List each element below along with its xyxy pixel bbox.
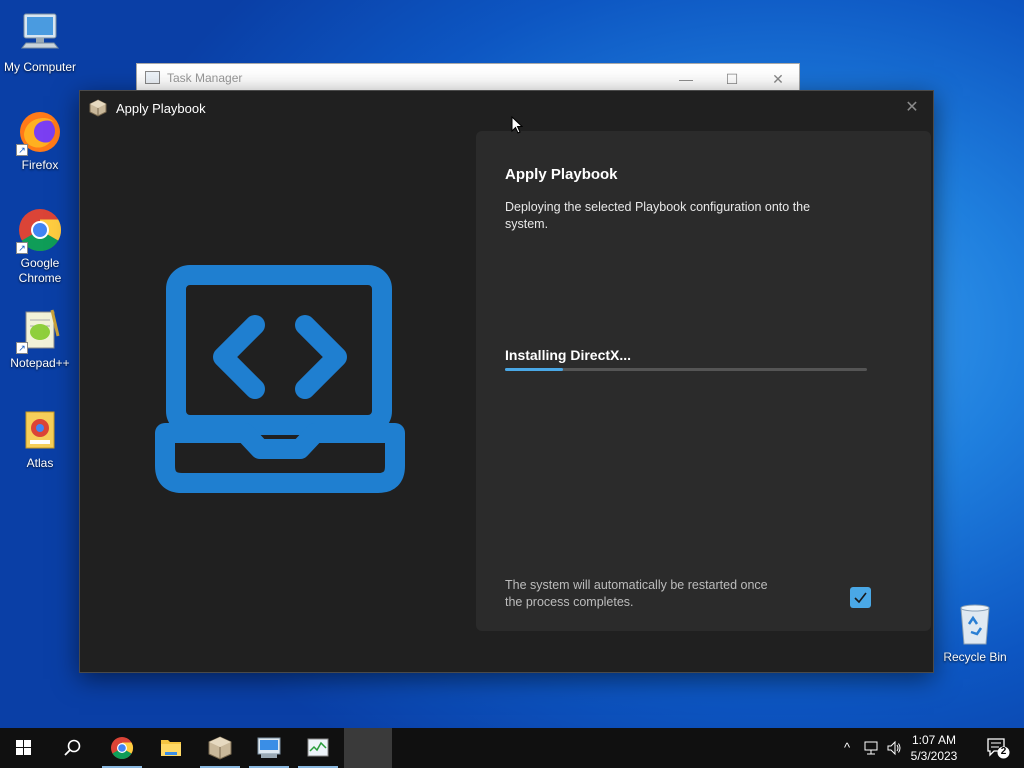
recycle-bin-icon xyxy=(951,600,999,648)
firefox-icon: ↗ xyxy=(16,108,64,156)
desktop-icon-label: My Computer xyxy=(3,60,77,74)
chrome-icon xyxy=(111,737,133,759)
progress-bar xyxy=(505,368,867,371)
desktop-icon-firefox[interactable]: ↗ Firefox xyxy=(0,108,80,173)
maximize-button[interactable]: ☐ xyxy=(709,66,755,92)
playbook-app-icon xyxy=(208,736,232,760)
task-manager-icon xyxy=(307,738,329,757)
clock[interactable]: 1:07 AM 5/3/2023 xyxy=(906,732,962,764)
windows-logo-icon xyxy=(16,740,31,755)
desktop-icon-notepad-plus-plus[interactable]: ↗ Notepad++ xyxy=(0,306,80,371)
apply-playbook-window: Apply Playbook ✕ Apply Playbook Deployin… xyxy=(79,90,934,673)
desktop-icon-atlas[interactable]: Atlas xyxy=(0,406,80,471)
desktop-icon-recycle-bin[interactable]: Recycle Bin xyxy=(935,600,1015,665)
taskbar-file-explorer[interactable] xyxy=(147,728,195,768)
computer-icon xyxy=(16,10,64,58)
title-bar[interactable]: Apply Playbook ✕ xyxy=(80,91,933,125)
taskbar-chrome[interactable] xyxy=(98,728,146,768)
search-icon xyxy=(64,739,81,756)
start-button[interactable] xyxy=(0,728,48,768)
search-button[interactable] xyxy=(48,728,96,768)
desktop-icon-label: Atlas xyxy=(26,456,54,470)
task-manager-icon xyxy=(145,71,160,84)
action-center-button[interactable]: 2 xyxy=(986,737,1010,759)
notepad-plus-plus-icon: ↗ xyxy=(16,306,64,354)
taskbar-apply-playbook[interactable] xyxy=(196,728,244,768)
notification-count: 2 xyxy=(1000,746,1007,757)
tray-chevron-icon[interactable]: ^ xyxy=(838,739,856,757)
panel-description: Deploying the selected Playbook configur… xyxy=(505,200,811,231)
close-button[interactable]: ✕ xyxy=(899,95,925,121)
volume-icon[interactable] xyxy=(885,739,903,757)
computer-settings-icon xyxy=(257,737,281,758)
content-panel: Apply Playbook Deploying the selected Pl… xyxy=(476,131,931,631)
network-icon[interactable] xyxy=(862,739,880,757)
panel-heading: Apply Playbook xyxy=(505,166,618,183)
progress-bar-fill xyxy=(505,368,563,371)
checkmark-icon xyxy=(854,592,867,604)
folder-icon xyxy=(161,740,181,756)
desktop-icon-label: Recycle Bin xyxy=(943,650,1007,664)
close-button[interactable]: ✕ xyxy=(755,66,801,92)
playbook-app-icon xyxy=(89,99,107,117)
clock-time: 1:07 AM xyxy=(911,733,957,747)
taskbar: ^ 1:07 AM 5/3/2023 2 xyxy=(0,728,1024,768)
chrome-icon: ↗ xyxy=(16,206,64,254)
mouse-cursor-icon xyxy=(511,115,524,139)
clock-date: 5/3/2023 xyxy=(910,749,958,763)
desktop-icon-label: Google Chrome xyxy=(18,256,62,285)
desktop-icon-label: Firefox xyxy=(21,158,59,172)
window-title: Apply Playbook xyxy=(116,101,206,116)
taskbar-settings-app[interactable] xyxy=(245,728,293,768)
task-manager-title: Task Manager xyxy=(167,71,243,85)
atlas-folder-icon xyxy=(16,406,64,454)
progress-status-text: Installing DirectX... xyxy=(505,347,632,363)
shortcut-arrow-icon: ↗ xyxy=(16,342,28,354)
taskbar-empty-slot[interactable] xyxy=(344,728,392,768)
restart-checkbox[interactable] xyxy=(850,587,871,608)
minimize-button[interactable]: — xyxy=(663,66,709,92)
restart-note: The system will automatically be restart… xyxy=(505,578,768,609)
laptop-code-icon xyxy=(140,261,420,511)
desktop-icon-google-chrome[interactable]: ↗ Google Chrome xyxy=(0,206,80,286)
shortcut-arrow-icon: ↗ xyxy=(16,242,28,254)
desktop-icon-label: Notepad++ xyxy=(10,356,70,370)
taskbar-task-manager[interactable] xyxy=(294,728,342,768)
desktop-icon-my-computer[interactable]: My Computer xyxy=(0,10,80,75)
shortcut-arrow-icon: ↗ xyxy=(16,144,28,156)
